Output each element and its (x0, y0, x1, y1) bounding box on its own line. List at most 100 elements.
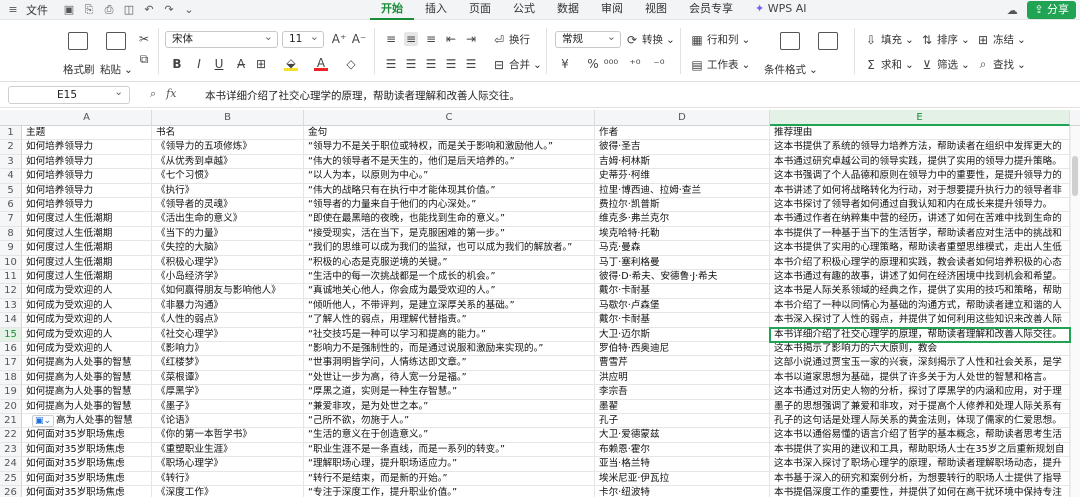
table-cell[interactable]: 《重塑职业生涯》 (152, 442, 304, 458)
table-cell[interactable]: “领导力不是关于职位或特权，而是关于影响和激励他人。” (304, 140, 595, 155)
undo-icon[interactable]: ↶ (142, 3, 156, 17)
table-cell[interactable]: 《七个习惯》 (152, 169, 304, 184)
table-cell[interactable]: 马丁·塞利格曼 (595, 255, 770, 270)
name-box[interactable]: E15 (8, 84, 130, 104)
table-cell[interactable]: 《积极心理学》 (152, 255, 304, 270)
table-cell[interactable]: 彼得·D·希夫、安德鲁·J·希夫 (595, 270, 770, 285)
hamburger-menu-icon[interactable]: ≡ (6, 3, 20, 17)
row-header[interactable]: 2 (0, 140, 22, 155)
table-cell[interactable]: 维克多·弗兰克尔 (595, 212, 770, 227)
table-cell[interactable]: 如何提高为人处事的智慧 (22, 370, 152, 386)
table-cell[interactable]: 《领导力的五项修炼》 (152, 140, 304, 155)
row-header[interactable]: 22 (0, 428, 22, 443)
align-middle-icon[interactable]: ≡ (404, 32, 418, 46)
table-cell[interactable]: 如何成为受欢迎的人 (22, 284, 152, 299)
table-cell[interactable]: 《转行》 (152, 471, 304, 486)
table-cell[interactable]: 《墨子》 (152, 399, 304, 414)
table-cell[interactable]: 如何度过人生低潮期 (22, 241, 152, 256)
vertical-scrollbar[interactable] (1070, 126, 1080, 497)
row-header[interactable]: 20 (0, 399, 22, 414)
currency-icon[interactable]: ¥ (558, 57, 572, 71)
table-cell[interactable]: 这本书揭示了影响力的六大原则，教会 (770, 342, 1070, 357)
table-cell[interactable]: “以人为本，以原则为中心。” (304, 169, 595, 184)
tab-formula[interactable]: 公式 (502, 0, 546, 20)
number-format-select[interactable]: 常规 (555, 29, 621, 48)
align-bottom-icon[interactable]: ≡ (424, 32, 438, 46)
row-column-button[interactable]: ▦ 行和列 ⌄ (690, 32, 750, 47)
table-cell[interactable]: 这本书以通俗易懂的语言介绍了哲学的基本概念，帮助读者思考生活 (770, 428, 1070, 443)
table-cell[interactable]: 《失控的大脑》 (152, 241, 304, 256)
table-cell[interactable]: 如何度过人生低潮期 (22, 255, 152, 270)
column-header-a[interactable]: A (22, 110, 152, 126)
justify-icon[interactable]: ☰ (444, 57, 458, 71)
column-header-c[interactable]: C (304, 110, 595, 126)
table-cell[interactable]: 如何度过人生低潮期 (22, 212, 152, 227)
align-right-icon[interactable]: ☰ (424, 57, 438, 71)
font-name-select[interactable]: 宋体 (165, 29, 278, 48)
paste-button[interactable]: 粘贴 ⌄ (100, 62, 133, 77)
filter-button[interactable]: ⊻ 筛选 ⌄ (920, 57, 970, 72)
table-cell[interactable]: 这本书是人际关系领域的经典之作，提供了实用的技巧和策略，帮助 (770, 284, 1070, 299)
table-cell[interactable]: 本书介绍了一种以同情心为基础的沟通方式，帮助读者建立和谐的人 (770, 298, 1070, 314)
table-cell[interactable]: 这本书通过对历史人物的分析，探讨了厚黑学的内涵和应用，对于理 (770, 385, 1070, 400)
fill-button[interactable]: ⇩ 填充 ⌄ (864, 32, 914, 47)
export-icon[interactable]: ⎘ (82, 3, 96, 17)
row-header[interactable]: 12 (0, 284, 22, 299)
clear-format-icon[interactable]: ◇ (344, 57, 358, 71)
tab-data[interactable]: 数据 (546, 0, 590, 20)
table-cell[interactable]: 《如何赢得朋友与影响他人》 (152, 284, 304, 299)
table-cell[interactable]: 本书详细介绍了社交心理学的原理，帮助读者理解和改善人际交往。 (769, 326, 1071, 344)
wrap-text-button[interactable]: ⏎ 换行 (492, 32, 530, 47)
table-cell[interactable]: 大卫·迈尔斯 (595, 327, 770, 342)
row-header[interactable]: 26 (0, 486, 22, 497)
table-cell[interactable]: “转行不是结束，而是新的开始。” (304, 471, 595, 486)
table-cell[interactable]: 拉里·博西迪、拉姆·查兰 (595, 183, 770, 198)
row-header[interactable]: 25 (0, 471, 22, 486)
table-cell[interactable]: 《非暴力沟通》 (152, 298, 304, 314)
row-header[interactable]: 1 (0, 126, 22, 141)
table-cell[interactable]: 《小岛经济学》 (152, 270, 304, 285)
row-header[interactable]: 9 (0, 241, 22, 256)
table-cell[interactable]: “世事洞明皆学问，人情练达即文章。” (304, 356, 595, 371)
copy-icon[interactable]: ⧉ (137, 52, 151, 66)
table-cell[interactable]: 本书基于深入的研究和案例分析，为想要转行的职场人士提供了指导 (770, 471, 1070, 486)
table-cell[interactable]: 布赖恩·霍尔 (595, 442, 770, 458)
decrease-font-icon[interactable]: A⁻ (352, 32, 367, 46)
table-cell[interactable]: “接受现实，活在当下，是克服困难的第一步。” (304, 226, 595, 242)
table-cell[interactable]: 戴尔·卡耐基 (595, 313, 770, 328)
sum-button[interactable]: Σ 求和 ⌄ (864, 57, 914, 72)
share-button[interactable]: ⇪ 分享 (1027, 1, 1076, 19)
column-header-b[interactable]: B (152, 110, 304, 126)
table-cell[interactable]: 如何培养领导力 (22, 154, 152, 170)
column-header-d[interactable]: D (595, 110, 770, 126)
paste-options-icon[interactable]: ▣⌄ (32, 415, 54, 427)
tab-insert[interactable]: 插入 (414, 0, 458, 20)
table-cell[interactable]: “倾听他人，不带评判，是建立深厚关系的基础。” (304, 298, 595, 314)
table-cell[interactable]: 如何成为受欢迎的人 (22, 327, 152, 342)
table-cell[interactable]: 如何培养领导力 (22, 198, 152, 213)
row-header[interactable]: 8 (0, 226, 22, 242)
tab-home[interactable]: 开始 (370, 0, 414, 20)
table-cell[interactable]: 《从优秀到卓越》 (152, 154, 304, 170)
font-color-icon[interactable]: A (314, 56, 328, 71)
tab-review[interactable]: 审阅 (590, 0, 634, 20)
thousands-icon[interactable]: ⁰⁰⁰ (604, 57, 618, 71)
merge-button[interactable]: ⊟ 合并 ⌄ (492, 57, 542, 72)
convert-button[interactable]: ⟳ 转换 ⌄ (625, 32, 675, 47)
row-header[interactable]: 19 (0, 385, 22, 400)
table-cell[interactable]: 这本书强调了个人品德和原则在领导力中的重要性，是提升领导力的 (770, 169, 1070, 184)
freeze-button[interactable]: ⊞ 冻结 ⌄ (976, 32, 1026, 47)
table-cell[interactable]: 如何度过人生低潮期 (22, 226, 152, 242)
table-cell[interactable]: 如何提高为人处事的智慧 (22, 385, 152, 400)
table-cell[interactable]: 这本书提供了系统的领导力培养方法，帮助读者在组织中发挥更大的 (770, 140, 1070, 155)
table-cell[interactable]: 《论语》 (152, 414, 304, 429)
table-cell[interactable]: “了解人性的弱点，用理解代替指责。” (304, 313, 595, 328)
table-cell[interactable]: 《社交心理学》 (152, 327, 304, 342)
row-header[interactable]: 16 (0, 342, 22, 357)
table-cell[interactable]: “即使在最黑暗的夜晚，也能找到生命的意义。” (304, 212, 595, 227)
percent-icon[interactable]: % (586, 57, 600, 71)
row-header[interactable]: 17 (0, 356, 22, 371)
table-cell[interactable]: 本书以道家思想为基础，提供了许多关于为人处世的智慧和格言。 (770, 370, 1070, 386)
table-cell[interactable]: 洪应明 (595, 370, 770, 386)
table-cell[interactable]: 墨子的思想强调了兼爱和非攻，对于提高个人修养和处理人际关系有 (770, 399, 1070, 414)
